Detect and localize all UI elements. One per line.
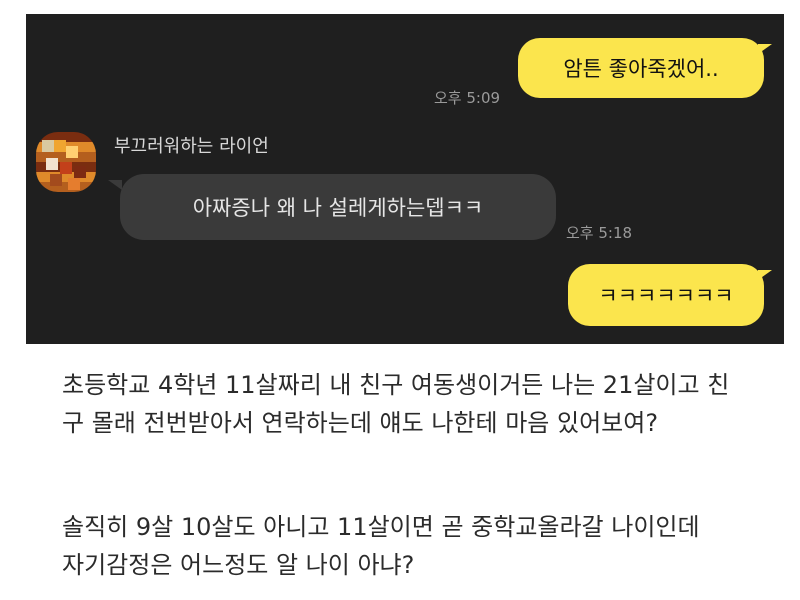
message-text: 아짜증나 왜 나 설레게하는뎁ㅋㅋ <box>192 196 484 220</box>
message-text: 암튼 좋아죽겠어.. <box>563 57 719 81</box>
bubble-tail <box>758 44 772 54</box>
message-text: ㅋㅋㅋㅋㅋㅋㅋ <box>598 284 734 308</box>
my-message-bubble: 암튼 좋아죽겠어.. <box>518 38 764 98</box>
their-message-bubble: 아짜증나 왜 나 설레게하는뎁ㅋㅋ <box>120 174 556 240</box>
post-line: 솔직히 9살 10살도 아니고 11살이면 곧 중학교올라갈 나이인데 <box>62 513 700 541</box>
bubble-tail <box>108 180 122 190</box>
sender-name: 부끄러워하는 라이언 <box>114 136 269 157</box>
post-paragraph-2: 솔직히 9살 10살도 아니고 11살이면 곧 중학교올라갈 나이인데 자기감정… <box>62 508 762 584</box>
bubble-tail <box>758 270 772 280</box>
my-message-bubble: ㅋㅋㅋㅋㅋㅋㅋ <box>568 264 764 326</box>
message-time: 오후 5:18 <box>566 224 633 242</box>
chat-screenshot: 암튼 좋아죽겠어.. 오후 5:09 부끄러워하는 라이언 아짜증나 왜 나 설… <box>26 14 784 344</box>
post-line: 자기감정은 어느정도 알 나이 아냐? <box>62 551 415 579</box>
message-time: 오후 5:09 <box>434 89 501 107</box>
post-line: 구 몰래 전번받아서 연락하는데 얘도 나한테 마음 있어보여? <box>62 409 659 437</box>
post-line: 초등학교 4학년 11살짜리 내 친구 여동생이거든 나는 21살이고 친 <box>62 371 730 399</box>
avatar <box>36 132 96 192</box>
post-paragraph-1: 초등학교 4학년 11살짜리 내 친구 여동생이거든 나는 21살이고 친 구 … <box>62 366 762 442</box>
